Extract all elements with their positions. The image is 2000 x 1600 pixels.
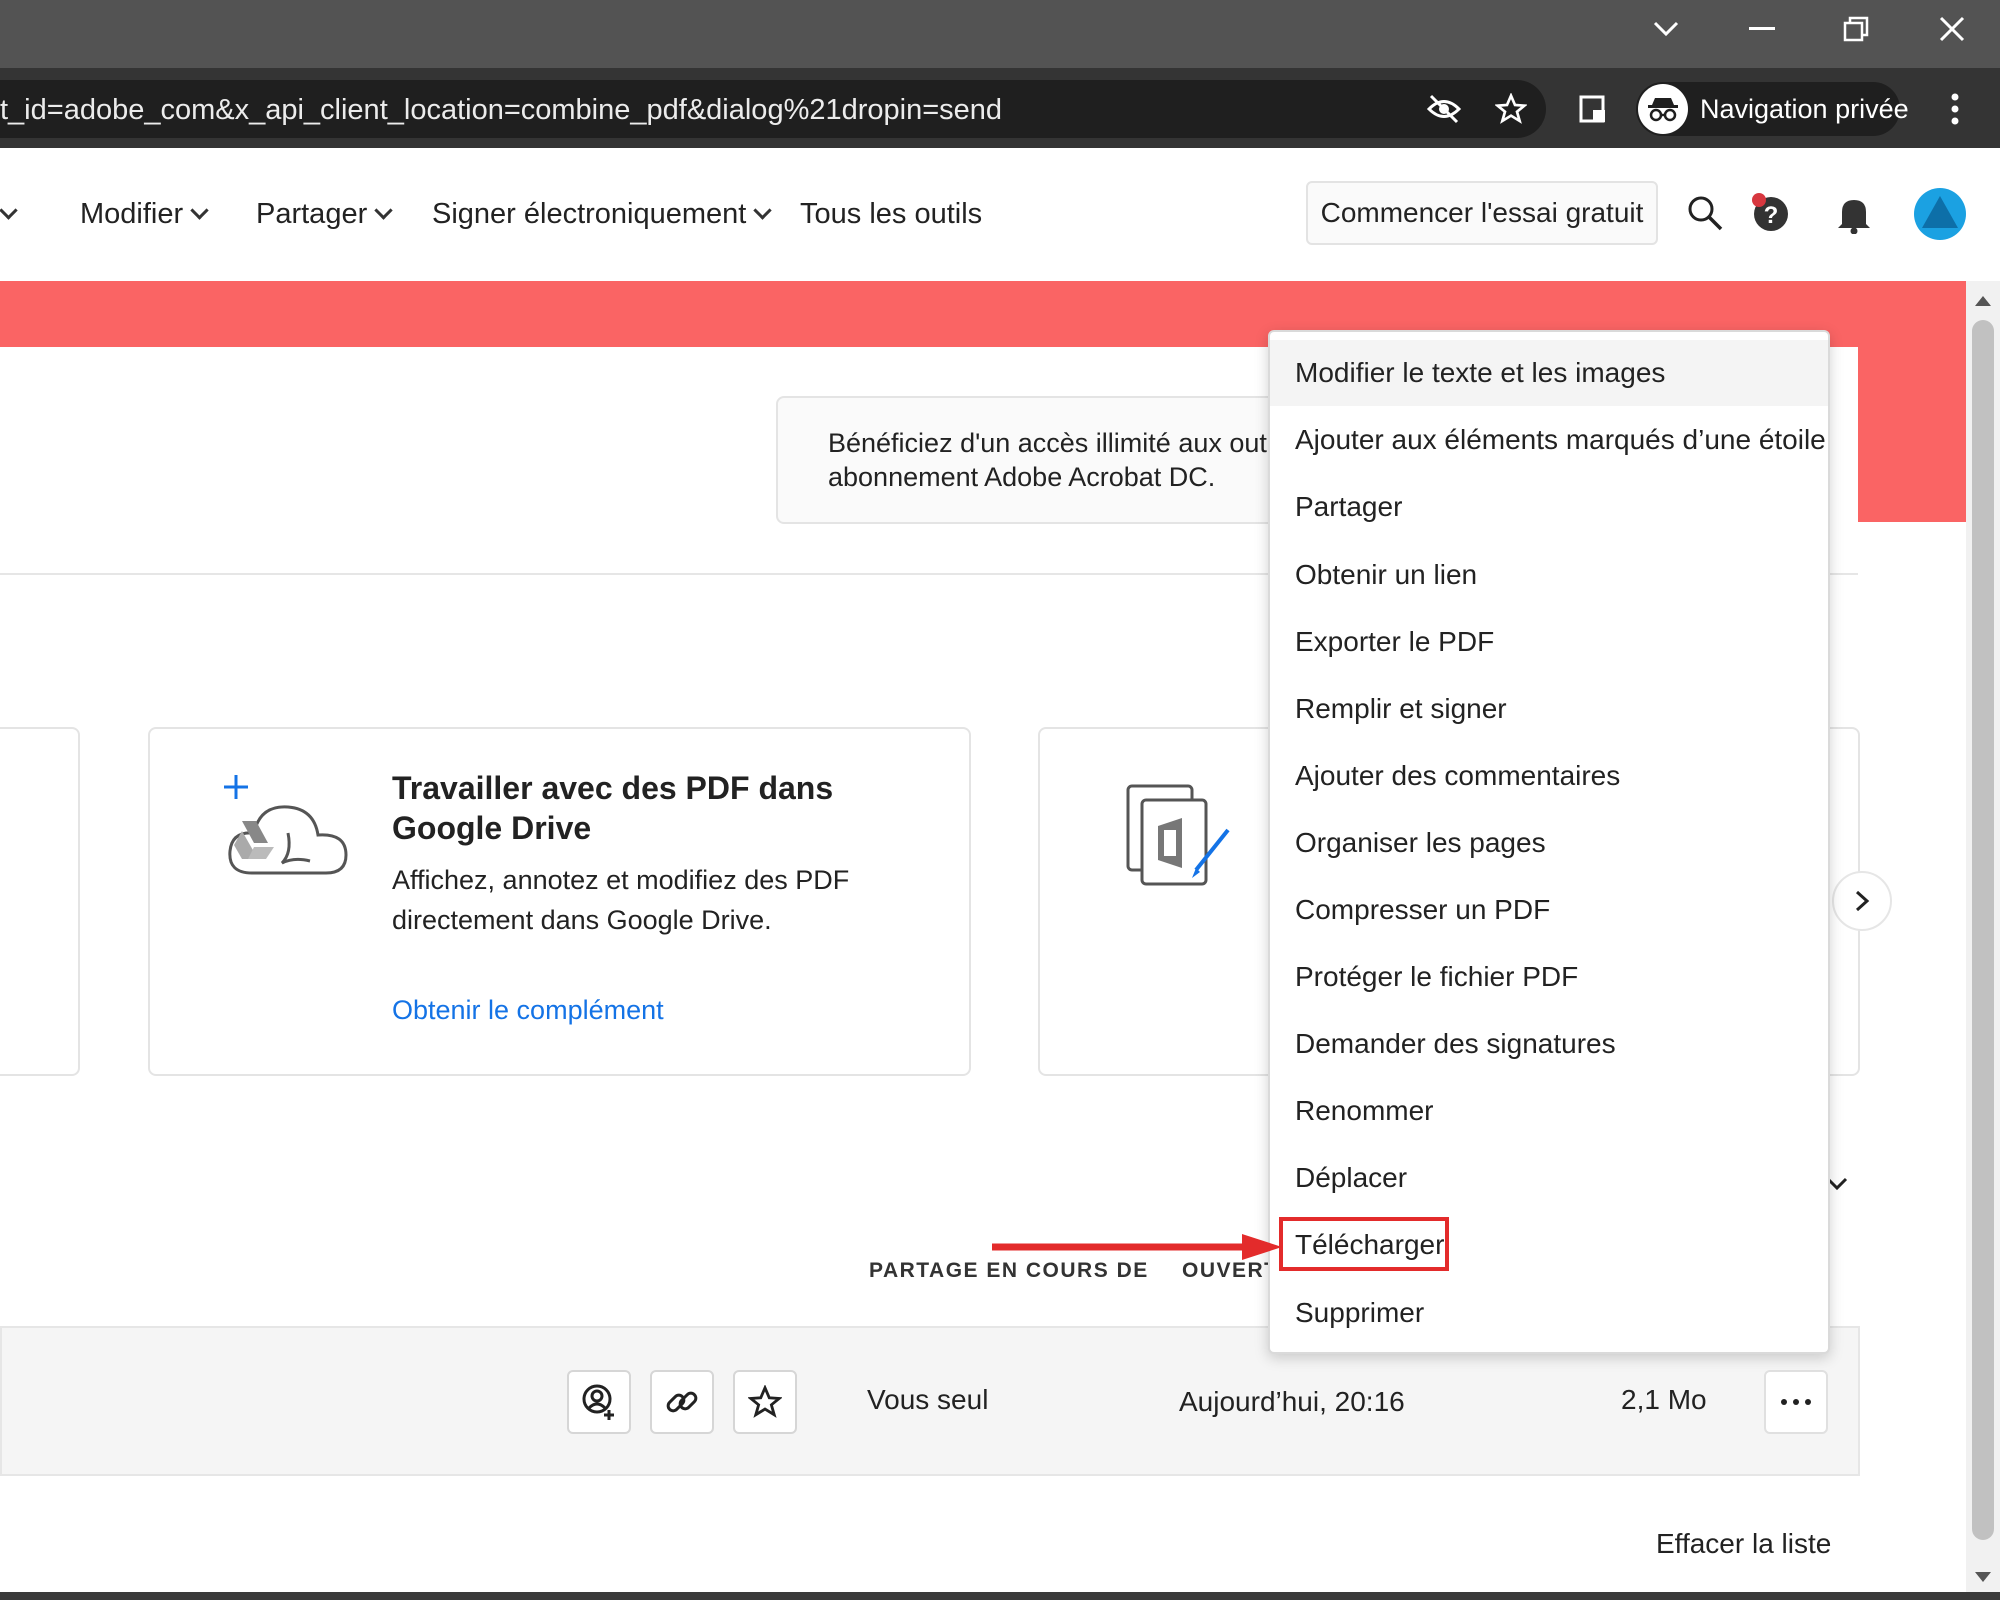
scroll-up-arrow-icon[interactable] bbox=[1974, 294, 1992, 312]
star-icon bbox=[748, 1385, 782, 1418]
minimize-icon[interactable] bbox=[1714, 0, 1810, 58]
menu-item-export-pdf[interactable]: Exporter le PDF bbox=[1270, 609, 1828, 675]
bookmark-star-icon[interactable] bbox=[1486, 86, 1536, 132]
chevron-down-icon bbox=[753, 201, 773, 220]
tab-search-chevron-icon[interactable] bbox=[1618, 0, 1714, 58]
chevron-right-icon bbox=[1855, 890, 1870, 912]
card-title: Travailler avec des PDF dans Google Driv… bbox=[392, 770, 834, 846]
help-icon[interactable]: ? bbox=[1750, 190, 1792, 239]
star-button[interactable] bbox=[733, 1370, 797, 1434]
red-arrow-icon bbox=[992, 1234, 1282, 1260]
url-text[interactable]: t_id=adobe_com&x_api_client_location=com… bbox=[0, 88, 1002, 132]
feature-card-left[interactable] bbox=[0, 727, 80, 1076]
scroll-down-arrow-icon[interactable] bbox=[1974, 1570, 1992, 1588]
reading-mode-icon[interactable] bbox=[1568, 86, 1618, 132]
incognito-label: Navigation privée bbox=[1700, 94, 1909, 124]
menu-item-organize-pages[interactable]: Organiser les pages bbox=[1270, 810, 1828, 876]
menu-item-add-comments[interactable]: Ajouter des commentaires bbox=[1270, 743, 1828, 809]
nav-item-modifier[interactable]: Modifier bbox=[80, 194, 209, 234]
chevron-down-icon bbox=[374, 201, 393, 220]
avatar[interactable] bbox=[1914, 188, 1966, 240]
tracking-protection-eye-off-icon[interactable] bbox=[1419, 86, 1469, 132]
copy-link-button[interactable] bbox=[650, 1370, 714, 1434]
nav-item-tous-les-outils[interactable]: Tous les outils bbox=[800, 194, 982, 234]
menu-item-get-link[interactable]: Obtenir un lien bbox=[1270, 542, 1828, 608]
upgrade-banner-side bbox=[1858, 347, 1966, 522]
start-free-trial-button[interactable]: Commencer l'essai gratuit bbox=[1306, 181, 1658, 245]
more-horizontal-icon bbox=[1781, 1399, 1811, 1405]
menu-item-add-starred[interactable]: Ajouter aux éléments marqués d’une étoil… bbox=[1270, 407, 1828, 473]
menu-item-request-signatures[interactable]: Demander des signatures bbox=[1270, 1011, 1828, 1077]
chevron-down-icon bbox=[190, 201, 209, 220]
office-documents-icon bbox=[1124, 782, 1236, 897]
get-addon-link[interactable]: Obtenir le complément bbox=[392, 990, 664, 1030]
google-drive-pdf-cloud-icon bbox=[222, 773, 352, 888]
carousel-next-button[interactable] bbox=[1832, 871, 1892, 931]
menu-item-edit-text-images[interactable]: Modifier le texte et les images bbox=[1270, 340, 1828, 406]
search-icon[interactable] bbox=[1686, 194, 1724, 237]
add-person-icon bbox=[582, 1384, 614, 1420]
shared-with-text: Vous seul bbox=[867, 1384, 989, 1415]
menu-item-compress-pdf[interactable]: Compresser un PDF bbox=[1270, 877, 1828, 943]
nav-item-partager[interactable]: Partager bbox=[256, 194, 393, 234]
card-description: Affichez, annotez et modifiez des PDF di… bbox=[392, 865, 850, 935]
nav-item-signer[interactable]: Signer électroniquement bbox=[432, 194, 773, 234]
menu-item-fill-sign[interactable]: Remplir et signer bbox=[1270, 676, 1828, 742]
menu-item-rename[interactable]: Renommer bbox=[1270, 1078, 1828, 1144]
share-add-person-button[interactable] bbox=[567, 1370, 631, 1434]
menu-item-share[interactable]: Partager bbox=[1270, 474, 1828, 540]
menu-item-delete[interactable]: Supprimer bbox=[1270, 1280, 1828, 1346]
more-options-button[interactable] bbox=[1764, 1370, 1828, 1434]
menu-item-protect-pdf[interactable]: Protéger le fichier PDF bbox=[1270, 944, 1828, 1010]
browser-menu-kebab-icon[interactable] bbox=[1930, 86, 1980, 132]
window-bottom-edge bbox=[0, 1592, 2000, 1600]
close-window-icon[interactable] bbox=[1904, 0, 2000, 58]
promo-text: Bénéficiez d'un accès illimité aux outi … bbox=[828, 428, 1273, 492]
restore-icon[interactable] bbox=[1808, 0, 1904, 58]
menu-item-move[interactable]: Déplacer bbox=[1270, 1145, 1828, 1211]
incognito-icon bbox=[1638, 84, 1688, 134]
svg-text:?: ? bbox=[1764, 202, 1779, 229]
file-size-text: 2,1 Mo bbox=[1621, 1384, 1707, 1415]
opened-date-text: Aujourd’hui, 20:16 bbox=[1179, 1386, 1405, 1417]
clear-list-link[interactable]: Effacer la liste bbox=[1656, 1524, 1831, 1564]
scrollbar-thumb[interactable] bbox=[1972, 320, 1994, 1540]
download-highlight-box bbox=[1279, 1217, 1449, 1271]
nav-prev-menu-chevron[interactable] bbox=[0, 194, 18, 234]
link-icon bbox=[666, 1391, 698, 1413]
notifications-bell-icon[interactable] bbox=[1836, 194, 1872, 239]
